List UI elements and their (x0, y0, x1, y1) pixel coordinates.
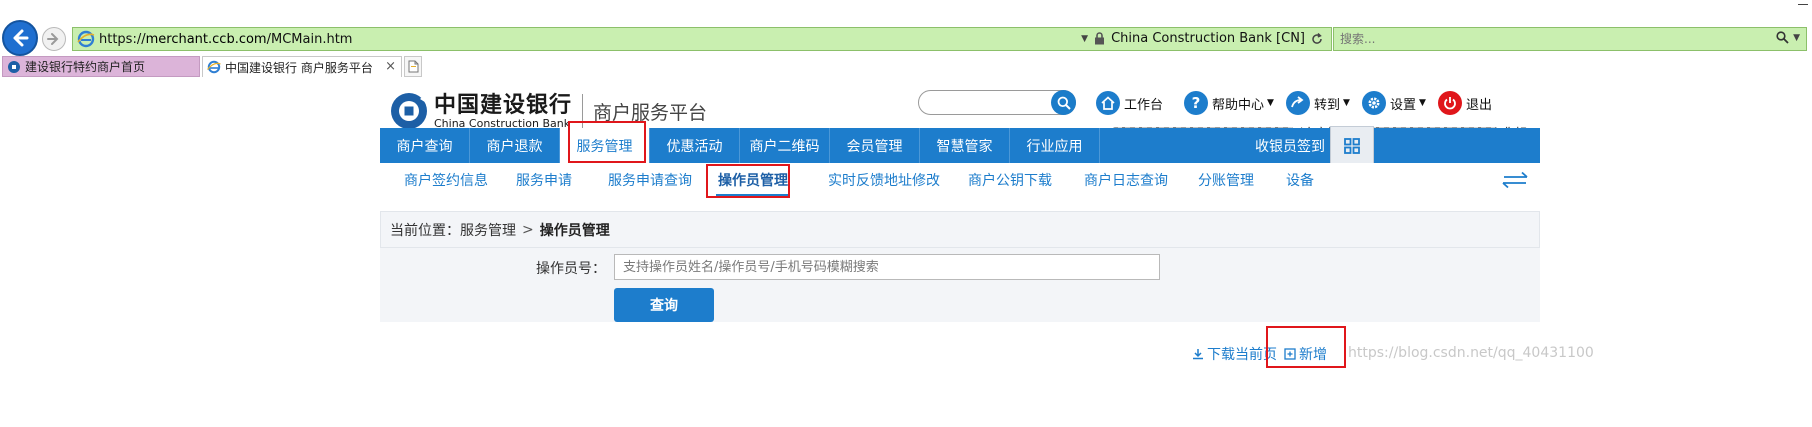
site-identity[interactable]: China Construction Bank [CN] (1111, 31, 1305, 46)
download-label: 下载当前页 (1207, 347, 1277, 363)
tab-bar: 建设银行特约商户首页 中国建设银行 商户服务平台 × (0, 56, 1812, 78)
url-path: /MCMain.htm (266, 31, 353, 47)
swap-arrows-icon[interactable] (1500, 171, 1530, 189)
new-tab-button[interactable] (404, 56, 422, 77)
sub-nav-service-apply[interactable]: 服务申请 (514, 163, 574, 197)
download-icon (1193, 349, 1203, 360)
active-tab-underline (716, 194, 790, 197)
breadcrumb-current: 操作员管理 (539, 222, 610, 239)
main-nav-qr-code[interactable]: 商户二维码 (740, 128, 830, 163)
goto-link[interactable]: 转到 ▼ (1286, 90, 1350, 116)
download-page-link[interactable]: 下载当前页 (1192, 344, 1277, 364)
main-nav-industry-apps[interactable]: 行业应用 (1010, 128, 1100, 163)
arrow-right-icon (47, 33, 59, 45)
help-center-link[interactable]: ? 帮助中心 ▼ (1184, 90, 1274, 116)
platform-title: 商户服务平台 (593, 101, 708, 124)
help-icon: ? (1184, 91, 1208, 115)
main-nav-service-management[interactable]: 服务管理 (560, 128, 650, 163)
breadcrumb: 当前位置： 服务管理 > 操作员管理 (380, 211, 1540, 248)
ccb-logo-icon (391, 92, 428, 129)
breadcrumb-parent[interactable]: 服务管理 (460, 220, 516, 240)
main-nav-merchant-refund[interactable]: 商户退款 (470, 128, 560, 163)
caret-down-icon: ▼ (1267, 98, 1274, 108)
home-icon (1096, 91, 1120, 115)
workbench-link[interactable]: 工作台 (1096, 90, 1163, 116)
sub-nav-device[interactable]: 设备 (1284, 163, 1316, 197)
operator-label: 操作员号： (536, 261, 606, 277)
operator-search-input[interactable] (614, 254, 1160, 280)
workbench-label: 工作台 (1124, 97, 1164, 113)
search-icon[interactable] (1776, 31, 1789, 44)
forward-button[interactable] (42, 27, 66, 51)
main-nav-member-management[interactable]: 会员管理 (830, 128, 920, 163)
search-bar-icons: ▼ (1776, 31, 1800, 44)
merchant-page: 中国建设银行 China Construction Bank 商户服务平台 工作… (380, 78, 1594, 427)
sub-nav-contract-info[interactable]: 商户签约信息 (402, 163, 490, 197)
sub-nav-public-key[interactable]: 商户公钥下载 (966, 163, 1054, 197)
sub-nav: 商户签约信息 服务申请 服务申请查询 操作员管理 实时反馈地址修改 商户公钥下载… (380, 163, 1540, 197)
help-label: 帮助中心 (1212, 97, 1265, 113)
caret-down-icon: ▼ (1419, 98, 1426, 108)
query-form: 操作员号： 查询 (380, 248, 1540, 322)
tab-merchant-home[interactable]: 建设银行特约商户首页 (2, 56, 200, 77)
watermark-text: https://blog.csdn.net/qq_40431100 (1348, 345, 1594, 361)
query-button[interactable]: 查询 (614, 288, 714, 322)
settings-label: 设置 (1390, 97, 1417, 113)
arrow-left-icon (13, 29, 29, 47)
logo-chinese-name: 中国建设银行 (434, 91, 573, 118)
browser-search-bar[interactable]: ▼ (1333, 27, 1807, 51)
ccb-logo[interactable]: 中国建设银行 China Construction Bank 商户服务平台 (390, 92, 707, 130)
add-label: 新增 (1299, 347, 1327, 363)
breadcrumb-prefix: 当前位置： (390, 222, 460, 239)
search-dropdown-icon[interactable]: ▼ (1793, 33, 1800, 43)
tab-label: 中国建设银行 商户服务平台 (225, 60, 373, 75)
goto-label: 转到 (1314, 97, 1341, 113)
main-nav-smart-butler[interactable]: 智慧管家 (920, 128, 1010, 163)
back-button[interactable] (2, 20, 38, 56)
main-nav-promotions[interactable]: 优惠活动 (650, 128, 740, 163)
ie-page-icon (77, 30, 95, 48)
power-icon (1438, 91, 1462, 115)
app-grid-button[interactable] (1330, 126, 1374, 165)
tab-label: 建设银行特约商户首页 (25, 60, 146, 74)
settings-link[interactable]: 设置 ▼ (1362, 90, 1426, 116)
search-icon (1057, 96, 1071, 110)
tab-merchant-platform[interactable]: 中国建设银行 商户服务平台 × (202, 56, 402, 77)
ie-favicon-icon (207, 60, 221, 74)
url-text: https://merchant.ccb.com/MCMain.htm (99, 32, 352, 47)
logout-link[interactable]: 退出 (1438, 90, 1492, 116)
sub-nav-log-query[interactable]: 商户日志查询 (1082, 163, 1170, 197)
logo-divider (582, 94, 584, 128)
add-button[interactable]: 新增 (1284, 344, 1327, 364)
url-prefix: https:// (99, 31, 146, 47)
sub-nav-operator-management[interactable]: 操作员管理 (716, 163, 790, 197)
forward-arrow-icon (1286, 91, 1310, 115)
ccb-favicon-icon (8, 60, 20, 73)
site-search-input[interactable] (918, 90, 1076, 115)
new-tab-icon (408, 60, 418, 73)
breadcrumb-separator: > (522, 221, 534, 238)
url-domain: merchant.ccb.com (145, 31, 267, 47)
gear-icon (1362, 91, 1386, 115)
browser-search-input[interactable] (1340, 32, 1740, 46)
sub-nav-apply-query[interactable]: 服务申请查询 (606, 163, 694, 197)
logo-text: 中国建设银行 China Construction Bank (434, 93, 572, 130)
logout-label: 退出 (1466, 97, 1493, 113)
browser-chrome: https://merchant.ccb.com/MCMain.htm ▼ Ch… (0, 0, 1812, 78)
close-icon[interactable]: × (385, 59, 396, 74)
minimize-icon[interactable] (1798, 4, 1808, 5)
grid-icon (1344, 137, 1360, 154)
dropdown-icon[interactable]: ▼ (1081, 34, 1088, 44)
sub-nav-feedback-url[interactable]: 实时反馈地址修改 (826, 163, 942, 197)
plus-box-icon (1284, 348, 1296, 360)
main-nav-merchant-query[interactable]: 商户查询 (380, 128, 470, 163)
address-bar[interactable]: https://merchant.ccb.com/MCMain.htm ▼ Ch… (72, 27, 1332, 51)
main-nav: 商户查询 商户退款 服务管理 优惠活动 商户二维码 会员管理 智慧管家 行业应用… (380, 126, 1540, 165)
lock-icon[interactable] (1094, 32, 1105, 45)
caret-down-icon: ▼ (1343, 98, 1350, 108)
sub-nav-split-account[interactable]: 分账管理 (1196, 163, 1256, 197)
address-bar-right: ▼ China Construction Bank [CN] (1081, 31, 1323, 46)
site-search-button[interactable] (1051, 90, 1076, 115)
refresh-icon[interactable] (1311, 32, 1323, 45)
